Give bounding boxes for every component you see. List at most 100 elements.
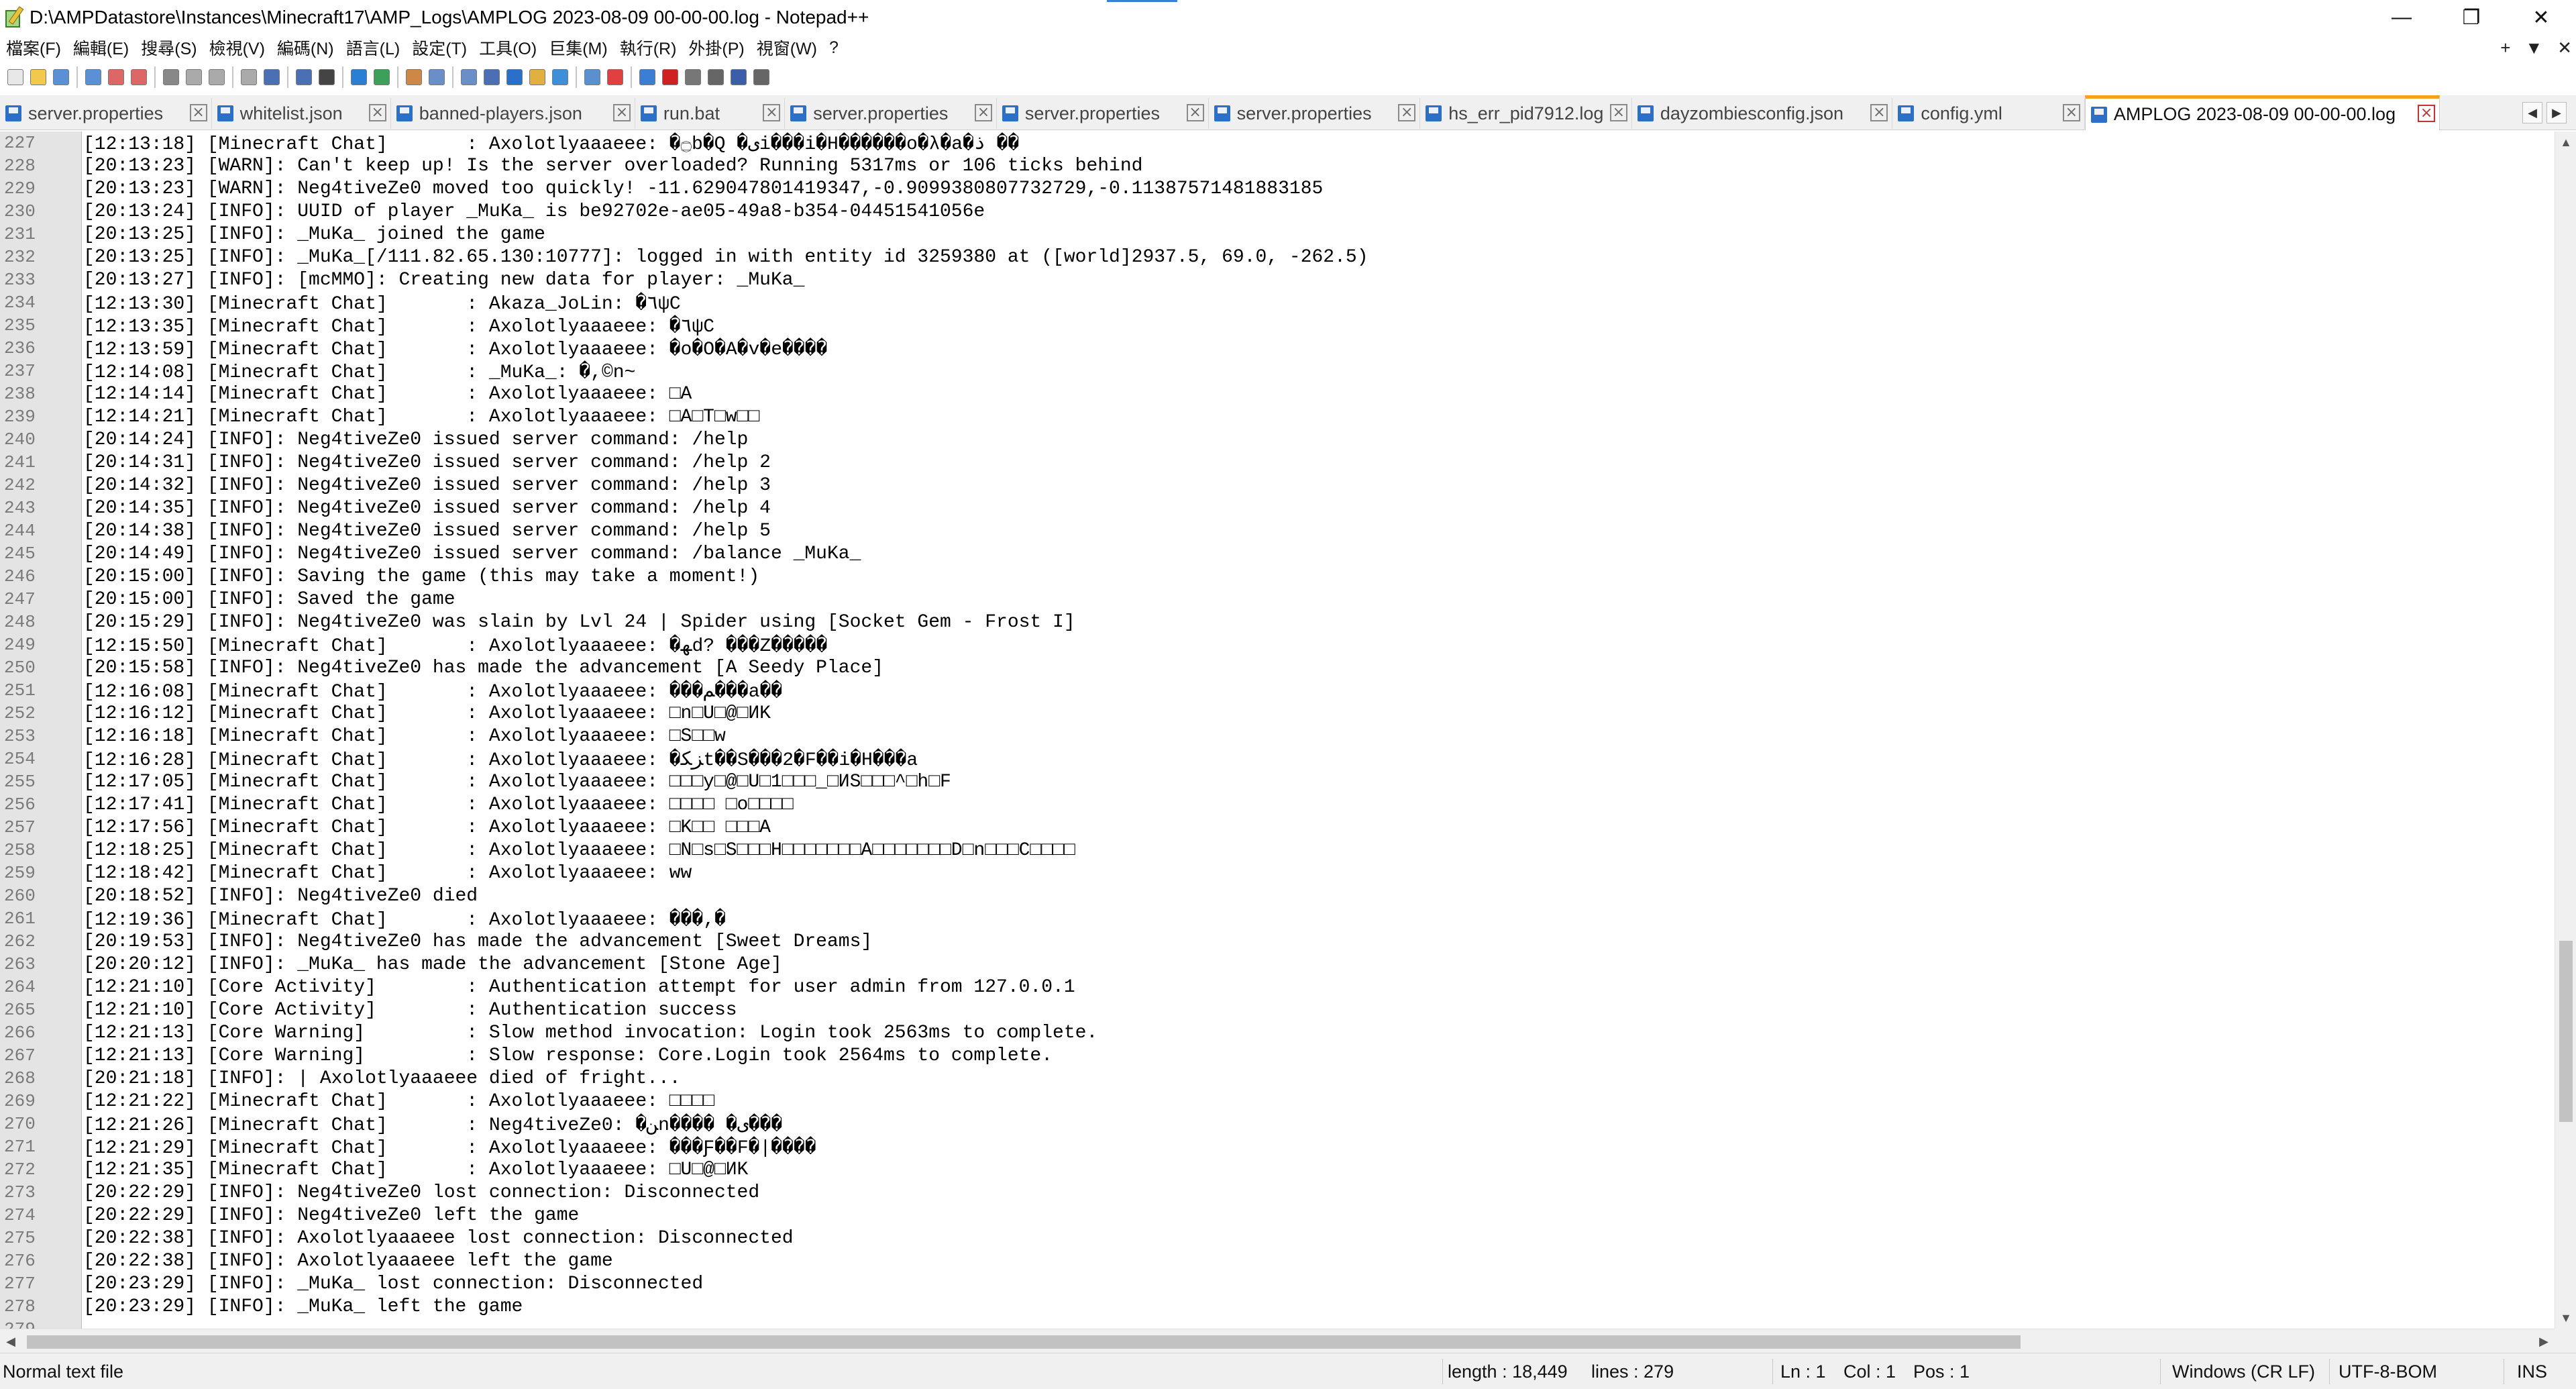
menu-help[interactable]: ? (823, 38, 845, 58)
menu-language[interactable]: 語言(L) (340, 36, 407, 60)
tab-list-dropdown-button[interactable]: ▼ (2525, 38, 2542, 58)
close-document-button[interactable]: ✕ (2557, 38, 2572, 58)
line-text[interactable]: [12:16:12] [Minecraft Chat] : Axolotlyaa… (82, 703, 771, 724)
editor-line[interactable]: 266 [12:21:13] [Core Warning] : Slow meth… (0, 1021, 2555, 1044)
editor-line[interactable]: 243 [20:14:35] [INFO]: Neg4tiveZe0 issued… (0, 497, 2555, 519)
editor-line[interactable]: 244 [20:14:38] [INFO]: Neg4tiveZe0 issued… (0, 519, 2555, 542)
editor-line[interactable]: 279 (0, 1318, 2555, 1329)
status-encoding[interactable]: UTF-8-BOM (2339, 1361, 2437, 1382)
scroll-up-arrow[interactable]: ▲ (2555, 132, 2576, 153)
tab-close-icon[interactable]: × (1186, 104, 1204, 121)
editor-line[interactable]: 264 [12:21:10] [Core Activity] : Authenti… (0, 976, 2555, 998)
editor-line[interactable]: 252 [12:16:12] [Minecraft Chat] : Axolotl… (0, 702, 2555, 725)
copy-icon[interactable] (207, 67, 226, 87)
show-all-chars-icon[interactable] (505, 67, 524, 87)
editor-line[interactable]: 240 [20:14:24] [INFO]: Neg4tiveZe0 issued… (0, 428, 2555, 451)
line-text[interactable]: [20:15:29] [INFO]: Neg4tiveZe0 was slain… (82, 612, 1075, 633)
line-text[interactable]: [20:21:18] [INFO]: | Axolotlyaaaeee died… (82, 1068, 681, 1089)
line-text[interactable]: [12:21:13] [Core Warning] : Slow method … (82, 1023, 1097, 1043)
line-text[interactable]: [12:14:08] [Minecraft Chat] : _MuKa_: �,… (82, 360, 635, 383)
editor-line[interactable]: 235 [12:13:35] [Minecraft Chat] : Axolotl… (0, 314, 2555, 338)
find-icon[interactable] (317, 67, 336, 87)
line-text[interactable]: [12:13:59] [Minecraft Chat] : Axolotlyaa… (82, 337, 827, 360)
editor-line[interactable]: 229 [20:13:23] [WARN]: Neg4tiveZe0 moved … (0, 177, 2555, 200)
editor-line[interactable]: 254 [12:16:28] [Minecraft Chat] : Axolotl… (0, 748, 2555, 771)
zoom-out-icon[interactable] (405, 67, 423, 87)
line-text[interactable]: [12:21:10] [Core Activity] : Authenticat… (82, 1000, 737, 1021)
function-list-icon[interactable] (583, 67, 602, 87)
menu-encoding[interactable]: 編碼(N) (271, 36, 340, 60)
line-text[interactable]: [12:13:30] [Minecraft Chat] : Akaza_JoLi… (82, 291, 681, 315)
line-text[interactable]: [12:21:29] [Minecraft Chat] : Axolotlyaa… (82, 1135, 816, 1159)
menu-window[interactable]: 視窗(W) (751, 36, 823, 60)
vertical-scroll-thumb[interactable] (2559, 941, 2573, 1122)
editor-line[interactable]: 275 [20:22:38] [INFO]: Axolotlyaaaeee los… (0, 1227, 2555, 1249)
line-text[interactable]: [20:23:29] [INFO]: _MuKa_ left the game (82, 1296, 523, 1317)
stop-macro-icon[interactable] (684, 67, 702, 87)
tab-document[interactable]: run.bat × (635, 98, 786, 129)
editor-line[interactable]: 256 [12:17:41] [Minecraft Chat] : Axolotl… (0, 793, 2555, 816)
line-text[interactable]: [12:21:10] [Core Activity] : Authenticat… (82, 977, 1075, 998)
line-text[interactable]: [20:18:52] [INFO]: Neg4tiveZe0 died (82, 886, 478, 907)
tab-scroll-left-button[interactable]: ◀ (2522, 102, 2542, 123)
line-text[interactable]: [20:14:38] [INFO]: Neg4tiveZe0 issued se… (82, 521, 771, 542)
editor-line[interactable]: 251 [12:16:08] [Minecraft Chat] : Axolotl… (0, 679, 2555, 703)
editor-line[interactable]: 272 [12:21:35] [Minecraft Chat] : Axolotl… (0, 1158, 2555, 1181)
line-text[interactable]: [12:21:26] [Minecraft Chat] : Neg4tiveZe… (82, 1113, 782, 1136)
menu-run[interactable]: 執行(R) (614, 36, 683, 60)
indent-guide-icon[interactable] (528, 67, 547, 87)
editor-line[interactable]: 267 [12:21:13] [Core Warning] : Slow resp… (0, 1044, 2555, 1067)
run-macro-multiple-icon[interactable] (729, 67, 748, 87)
undo-icon[interactable] (262, 67, 281, 87)
line-text[interactable]: [20:13:23] [WARN]: Neg4tiveZe0 moved too… (82, 178, 1323, 199)
editor-line[interactable]: 265 [12:21:10] [Core Activity] : Authenti… (0, 998, 2555, 1021)
editor-line[interactable]: 274 [20:22:29] [INFO]: Neg4tiveZe0 left t… (0, 1204, 2555, 1227)
line-text[interactable]: [12:17:56] [Minecraft Chat] : Axolotlyaa… (82, 817, 771, 838)
vertical-scrollbar[interactable]: ▲ ▼ (2555, 132, 2576, 1329)
line-text[interactable]: [20:13:25] [INFO]: _MuKa_[/111.82.65.130… (82, 247, 1368, 268)
line-text[interactable]: [20:22:38] [INFO]: Axolotlyaaaeee left t… (82, 1251, 613, 1272)
zoom-in-icon[interactable] (372, 67, 391, 87)
line-text[interactable]: [12:21:35] [Minecraft Chat] : Axolotlyaa… (82, 1160, 748, 1180)
scroll-down-arrow[interactable]: ▼ (2555, 1307, 2576, 1329)
tab-document[interactable]: server.properties × (997, 98, 1209, 129)
editor-line[interactable]: 241 [20:14:31] [INFO]: Neg4tiveZe0 issued… (0, 451, 2555, 474)
editor-line[interactable]: 257 [12:17:56] [Minecraft Chat] : Axolotl… (0, 816, 2555, 839)
text-editor[interactable]: 227 [12:13:18] [Minecraft Chat] : Axolotl… (0, 132, 2555, 1329)
line-text[interactable]: [20:14:31] [INFO]: Neg4tiveZe0 issued se… (82, 452, 771, 473)
editor-line[interactable]: 278 [20:23:29] [INFO]: _MuKa_ left the ga… (0, 1295, 2555, 1318)
line-text[interactable]: [20:22:38] [INFO]: Axolotlyaaaeee lost c… (82, 1228, 794, 1249)
line-text[interactable]: [20:13:23] [WARN]: Can't keep up! Is the… (82, 156, 1142, 176)
sync-horizontal-icon[interactable] (460, 67, 478, 87)
line-text[interactable]: [20:15:00] [INFO]: Saving the game (this… (82, 566, 759, 587)
line-text[interactable]: [20:13:27] [INFO]: [mcMMO]: Creating new… (82, 270, 804, 291)
save-macro-icon[interactable] (752, 67, 771, 87)
line-text[interactable]: [12:17:05] [Minecraft Chat] : Axolotlyaa… (82, 772, 951, 792)
cut-icon[interactable] (184, 67, 203, 87)
line-text[interactable]: [12:14:14] [Minecraft Chat] : Axolotlyaa… (82, 384, 692, 405)
redo-icon[interactable] (294, 67, 313, 87)
menu-search[interactable]: 搜尋(S) (135, 36, 203, 60)
horizontal-scroll-thumb[interactable] (27, 1335, 2021, 1349)
menu-macro[interactable]: 巨集(M) (543, 36, 613, 60)
line-text[interactable]: [20:15:58] [INFO]: Neg4tiveZe0 has made … (82, 658, 883, 678)
editor-line[interactable]: 253 [12:16:18] [Minecraft Chat] : Axolotl… (0, 725, 2555, 748)
editor-line[interactable]: 233 [20:13:27] [INFO]: [mcMMO]: Creating … (0, 268, 2555, 291)
minimize-button[interactable]: — (2367, 0, 2436, 35)
tab-close-icon[interactable]: × (1609, 104, 1627, 121)
line-text[interactable]: [20:14:24] [INFO]: Neg4tiveZe0 issued se… (82, 429, 748, 450)
play-macro-icon[interactable] (706, 67, 725, 87)
editor-line[interactable]: 255 [12:17:05] [Minecraft Chat] : Axolotl… (0, 770, 2555, 793)
editor-line[interactable]: 258 [12:18:25] [Minecraft Chat] : Axolotl… (0, 839, 2555, 862)
line-text[interactable]: [12:18:42] [Minecraft Chat] : Axolotlyaa… (82, 863, 692, 884)
tab-document[interactable]: config.yml × (1892, 98, 2085, 129)
line-text[interactable]: [12:13:35] [Minecraft Chat] : Axolotlyaa… (82, 314, 714, 338)
line-text[interactable]: [12:16:08] [Minecraft Chat] : Axolotlyaa… (82, 679, 782, 703)
editor-line[interactable]: 246 [20:15:00] [INFO]: Saving the game (t… (0, 565, 2555, 588)
editor-line[interactable]: 234 [12:13:30] [Minecraft Chat] : Akaza_J… (0, 291, 2555, 315)
line-text[interactable]: [20:15:00] [INFO]: Saved the game (82, 589, 455, 610)
editor-line[interactable]: 231 [20:13:25] [INFO]: _MuKa_ joined the … (0, 223, 2555, 246)
editor-line[interactable]: 271 [12:21:29] [Minecraft Chat] : Axolotl… (0, 1135, 2555, 1159)
new-tab-plus-button[interactable]: + (2500, 38, 2510, 58)
replace-icon[interactable] (350, 67, 368, 87)
